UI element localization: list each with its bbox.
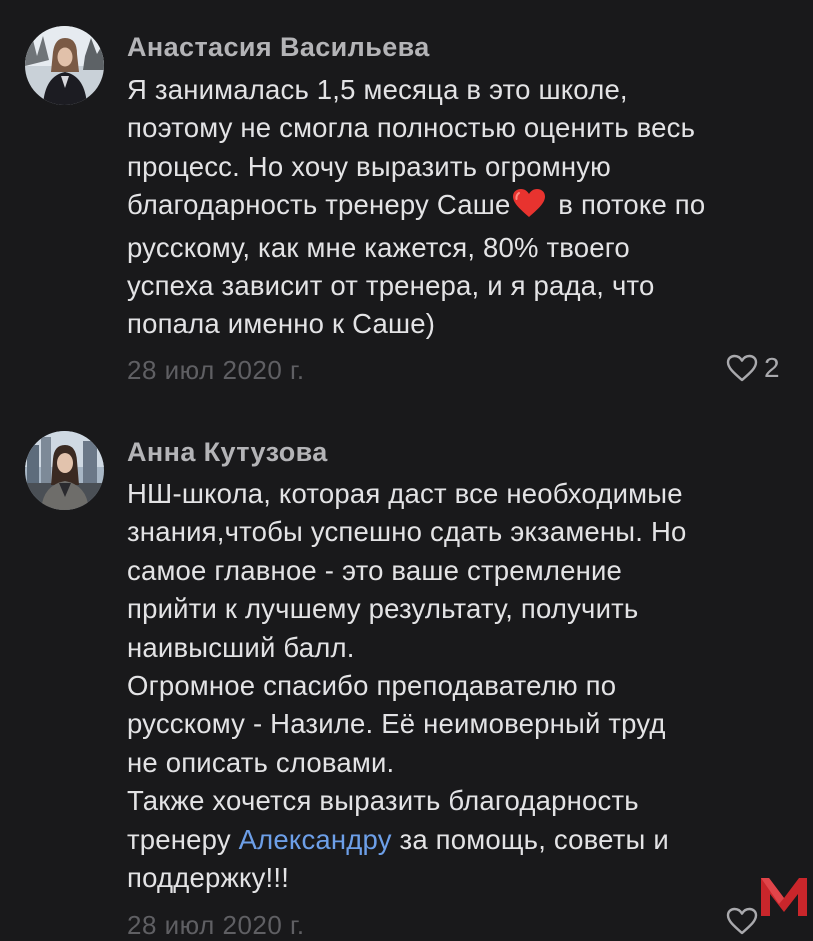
- comment-text-line: Я занималась 1,5 месяца в это школе,: [127, 74, 628, 105]
- comment-text-line: успеха зависит от тренера, и я рада, что: [127, 270, 655, 302]
- comment-text-line: благодарность тренеру Саше в потоке по: [127, 186, 797, 228]
- comment-text-line: поддержку!!!: [127, 862, 290, 894]
- comment-text-line: тренеру Александру за помощь, советы и: [127, 821, 797, 859]
- comment-text-line: поэтому не смогла полностью оценить весь: [127, 112, 696, 144]
- comment-text-line: прийти к лучшему результату, получить: [127, 593, 639, 625]
- comment-text-line: Также хочется выразить благодарность: [127, 785, 639, 817]
- comment-text-line: знания,чтобы успешно сдать экзамены. Но: [127, 516, 687, 548]
- watermark-logo: [759, 872, 809, 918]
- like-button[interactable]: 2: [726, 352, 780, 384]
- mention-link[interactable]: Александру: [239, 824, 392, 855]
- comment-date[interactable]: 28 июл 2020 г.: [127, 910, 305, 941]
- like-count: 2: [764, 352, 780, 383]
- red-heart-emoji: [512, 188, 546, 228]
- like-button[interactable]: [726, 907, 758, 935]
- comment-text-fragment: за помощь, советы и: [391, 823, 669, 855]
- comment-author[interactable]: Анастасия Васильева: [127, 32, 430, 63]
- avatar-anastasia[interactable]: [25, 26, 104, 105]
- comment-text-line: русскому, как мне кажется, 80% твоего: [127, 231, 630, 263]
- comment-text-line: процесс. Но хочу выразить огромную: [127, 150, 612, 182]
- comment-text-line: русскому - Назиле. Её неимоверный труд: [127, 708, 666, 740]
- comment-text-fragment: в потоке по: [550, 189, 706, 221]
- comment-text-line: Огромное спасибо преподавателю по: [127, 670, 617, 702]
- avatar-anna[interactable]: [25, 431, 104, 510]
- comment-text-line: попала именно к Саше): [127, 308, 436, 340]
- comment-text-fragment: благодарность тренеру Саше: [127, 189, 511, 221]
- like-heart-icon: [726, 354, 758, 382]
- comment-text-line: не описать словами.: [127, 746, 395, 778]
- comment-date[interactable]: 28 июл 2020 г.: [127, 355, 305, 386]
- like-heart-icon: [726, 907, 758, 935]
- comment-text: НШ-школа, которая даст все необходимые з…: [127, 475, 797, 897]
- comment-text-line: наивысший балл.: [127, 631, 355, 663]
- comment-text-line: НШ-школа, которая даст все необходимые: [127, 478, 683, 509]
- comment-text-fragment: тренеру: [127, 823, 239, 855]
- comment-author[interactable]: Анна Кутузова: [127, 437, 328, 468]
- comment-text-line: самое главное - это ваше стремление: [127, 554, 623, 586]
- comment-text: Я занималась 1,5 месяца в это школе, поэ…: [127, 71, 797, 344]
